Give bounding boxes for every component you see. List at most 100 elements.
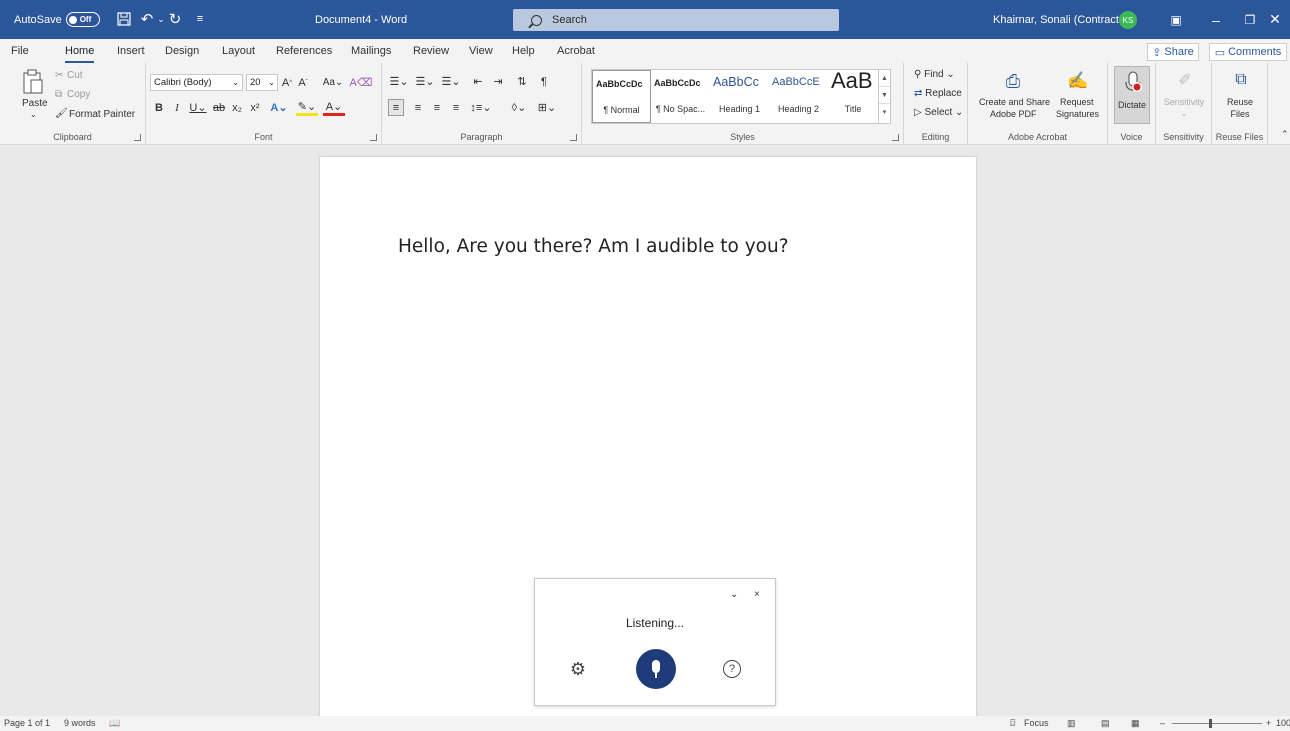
font-family-select[interactable]: Calibri (Body) ⌄ [150,74,243,91]
search-input[interactable]: Search [513,9,839,31]
tab-design[interactable]: Design [165,45,199,57]
align-center-icon[interactable]: ≡ [410,99,426,116]
request-label-1[interactable]: Request [1060,97,1094,107]
shading-icon[interactable]: ◊⌄ [508,99,530,116]
zoom-in-icon[interactable]: + [1266,718,1271,728]
style-heading-2[interactable]: AaBbCcE Heading 2 [769,70,828,123]
tab-view[interactable]: View [469,45,493,57]
close-icon[interactable]: × [754,589,760,600]
autosave-switch[interactable]: Off [65,12,100,27]
sort-icon[interactable]: ⇅ [514,73,530,90]
redo-icon[interactable]: ↻ [167,11,183,28]
decrease-indent-icon[interactable]: ⇤ [470,73,486,90]
clipboard-launcher-icon[interactable] [134,134,141,141]
bullets-icon[interactable]: ☰⌄ [388,73,410,90]
change-case-button[interactable]: Aa ⌄ [320,74,346,91]
clear-formatting-icon[interactable]: A⌫ [350,74,373,91]
print-layout-icon[interactable]: ▤ [1101,718,1110,729]
paragraph-launcher-icon[interactable] [570,134,577,141]
reuse-label-1[interactable]: Reuse [1212,97,1268,107]
sensitivity-button[interactable]: Sensitivity [1156,97,1212,107]
styles-launcher-icon[interactable] [892,134,899,141]
create-share-label-1[interactable]: Create and Share [979,97,1050,107]
page-count[interactable]: Page 1 of 1 [4,718,50,728]
microphone-button[interactable] [636,649,676,689]
autosave-toggle[interactable]: AutoSave Off [14,0,100,39]
collapse-chevron-icon[interactable]: ⌄ [730,589,738,600]
replace-button[interactable]: ⇄ Replace [914,88,962,99]
paste-dropdown-icon[interactable]: ⌄ [30,110,37,119]
align-right-icon[interactable]: ≡ [429,99,445,116]
tab-references[interactable]: References [276,45,332,57]
justify-icon[interactable]: ≡ [448,99,464,116]
tab-file[interactable]: File [11,45,29,57]
tab-help[interactable]: Help [512,45,535,57]
grow-font-icon[interactable]: A ^ [280,74,294,91]
styles-up-icon[interactable]: ▲ [879,70,890,87]
help-icon[interactable]: ? [723,660,741,678]
gear-icon[interactable]: ⚙ [568,659,588,679]
customize-qat-icon[interactable]: ≡ [192,11,208,27]
borders-icon[interactable]: ⊞⌄ [536,99,558,116]
create-share-label-2[interactable]: Adobe PDF [990,109,1037,119]
document-text[interactable]: Hello, Are you there? Am I audible to yo… [398,236,789,257]
italic-icon[interactable]: I [171,99,183,116]
numbering-icon[interactable]: ☰⌄ [414,73,436,90]
share-button[interactable]: ⇪ Share [1147,43,1199,61]
zoom-out-icon[interactable]: – [1160,718,1165,728]
format-painter-label[interactable]: Format Painter [69,109,135,120]
style-heading-1[interactable]: AaBbCc Heading 1 [710,70,769,123]
zoom-level[interactable]: 100% [1276,718,1290,728]
word-count[interactable]: 9 words [64,718,96,728]
avatar[interactable]: KS [1119,11,1137,29]
cut-label[interactable]: Cut [67,70,83,81]
copy-label[interactable]: Copy [67,89,90,100]
line-spacing-icon[interactable]: ↕≡⌄ [470,99,492,116]
save-icon[interactable] [116,11,132,27]
styles-more-icon[interactable]: ▾ [879,104,890,121]
style-no-spacing[interactable]: AaBbCcDc ¶ No Spac... [651,70,710,123]
paste-label[interactable]: Paste [22,98,48,109]
tab-layout[interactable]: Layout [222,45,255,57]
text-effects-icon[interactable]: A⌄ [269,99,289,116]
font-launcher-icon[interactable] [370,134,377,141]
proofing-icon[interactable]: 📖 [109,718,120,729]
zoom-slider[interactable] [1172,723,1262,724]
select-button[interactable]: ▷ Select ⌄ [914,107,963,118]
tab-home[interactable]: Home [65,45,95,63]
request-label-2[interactable]: Signatures [1056,109,1099,119]
find-button[interactable]: ⚲ Find ⌄ [914,69,955,80]
tab-mailings[interactable]: Mailings [351,45,391,57]
styles-down-icon[interactable]: ▼ [879,87,890,104]
dictate-button[interactable]: Dictate [1114,66,1150,124]
styles-scroll[interactable]: ▲ ▼ ▾ [878,70,890,123]
collapse-ribbon-icon[interactable]: ⌃ [1281,129,1289,140]
strikethrough-icon[interactable]: ab [212,99,226,116]
read-mode-icon[interactable]: ▥ [1067,718,1076,729]
shrink-font-icon[interactable]: Aˇ [296,74,310,91]
subscript-icon[interactable]: x₂ [230,99,244,116]
sensitivity-dropdown-icon[interactable]: ⌄ [1156,109,1212,118]
multilevel-list-icon[interactable]: ☰⌄ [440,73,462,90]
font-size-select[interactable]: 20 ⌄ [246,74,278,91]
superscript-icon[interactable]: x² [248,99,262,116]
tab-review[interactable]: Review [413,45,449,57]
align-left-icon[interactable]: ≡ [388,99,404,116]
bold-icon[interactable]: B [153,99,165,116]
tab-insert[interactable]: Insert [117,45,145,57]
paste-icon[interactable] [22,69,44,95]
highlight-icon[interactable]: ✎⌄ [296,99,318,116]
focus-button[interactable]: Focus [1024,718,1049,728]
tab-acrobat[interactable]: Acrobat [557,45,595,57]
close-icon[interactable]: ✕ [1260,0,1290,39]
show-hide-icon[interactable]: ¶ [536,73,552,90]
font-color-icon[interactable]: A⌄ [323,99,345,116]
increase-indent-icon[interactable]: ⇥ [490,73,506,90]
reuse-label-2[interactable]: Files [1212,109,1268,119]
underline-icon[interactable]: U⌄ [189,99,207,116]
comments-button[interactable]: ▭ Comments [1209,43,1287,61]
style-title[interactable]: AaB Title [828,68,878,123]
style-normal[interactable]: AaBbCcDc ¶ Normal [592,70,651,123]
ribbon-display-icon[interactable]: ▣ [1156,0,1196,39]
user-name[interactable]: Khairnar, Sonali (Contractor) [993,0,1132,39]
